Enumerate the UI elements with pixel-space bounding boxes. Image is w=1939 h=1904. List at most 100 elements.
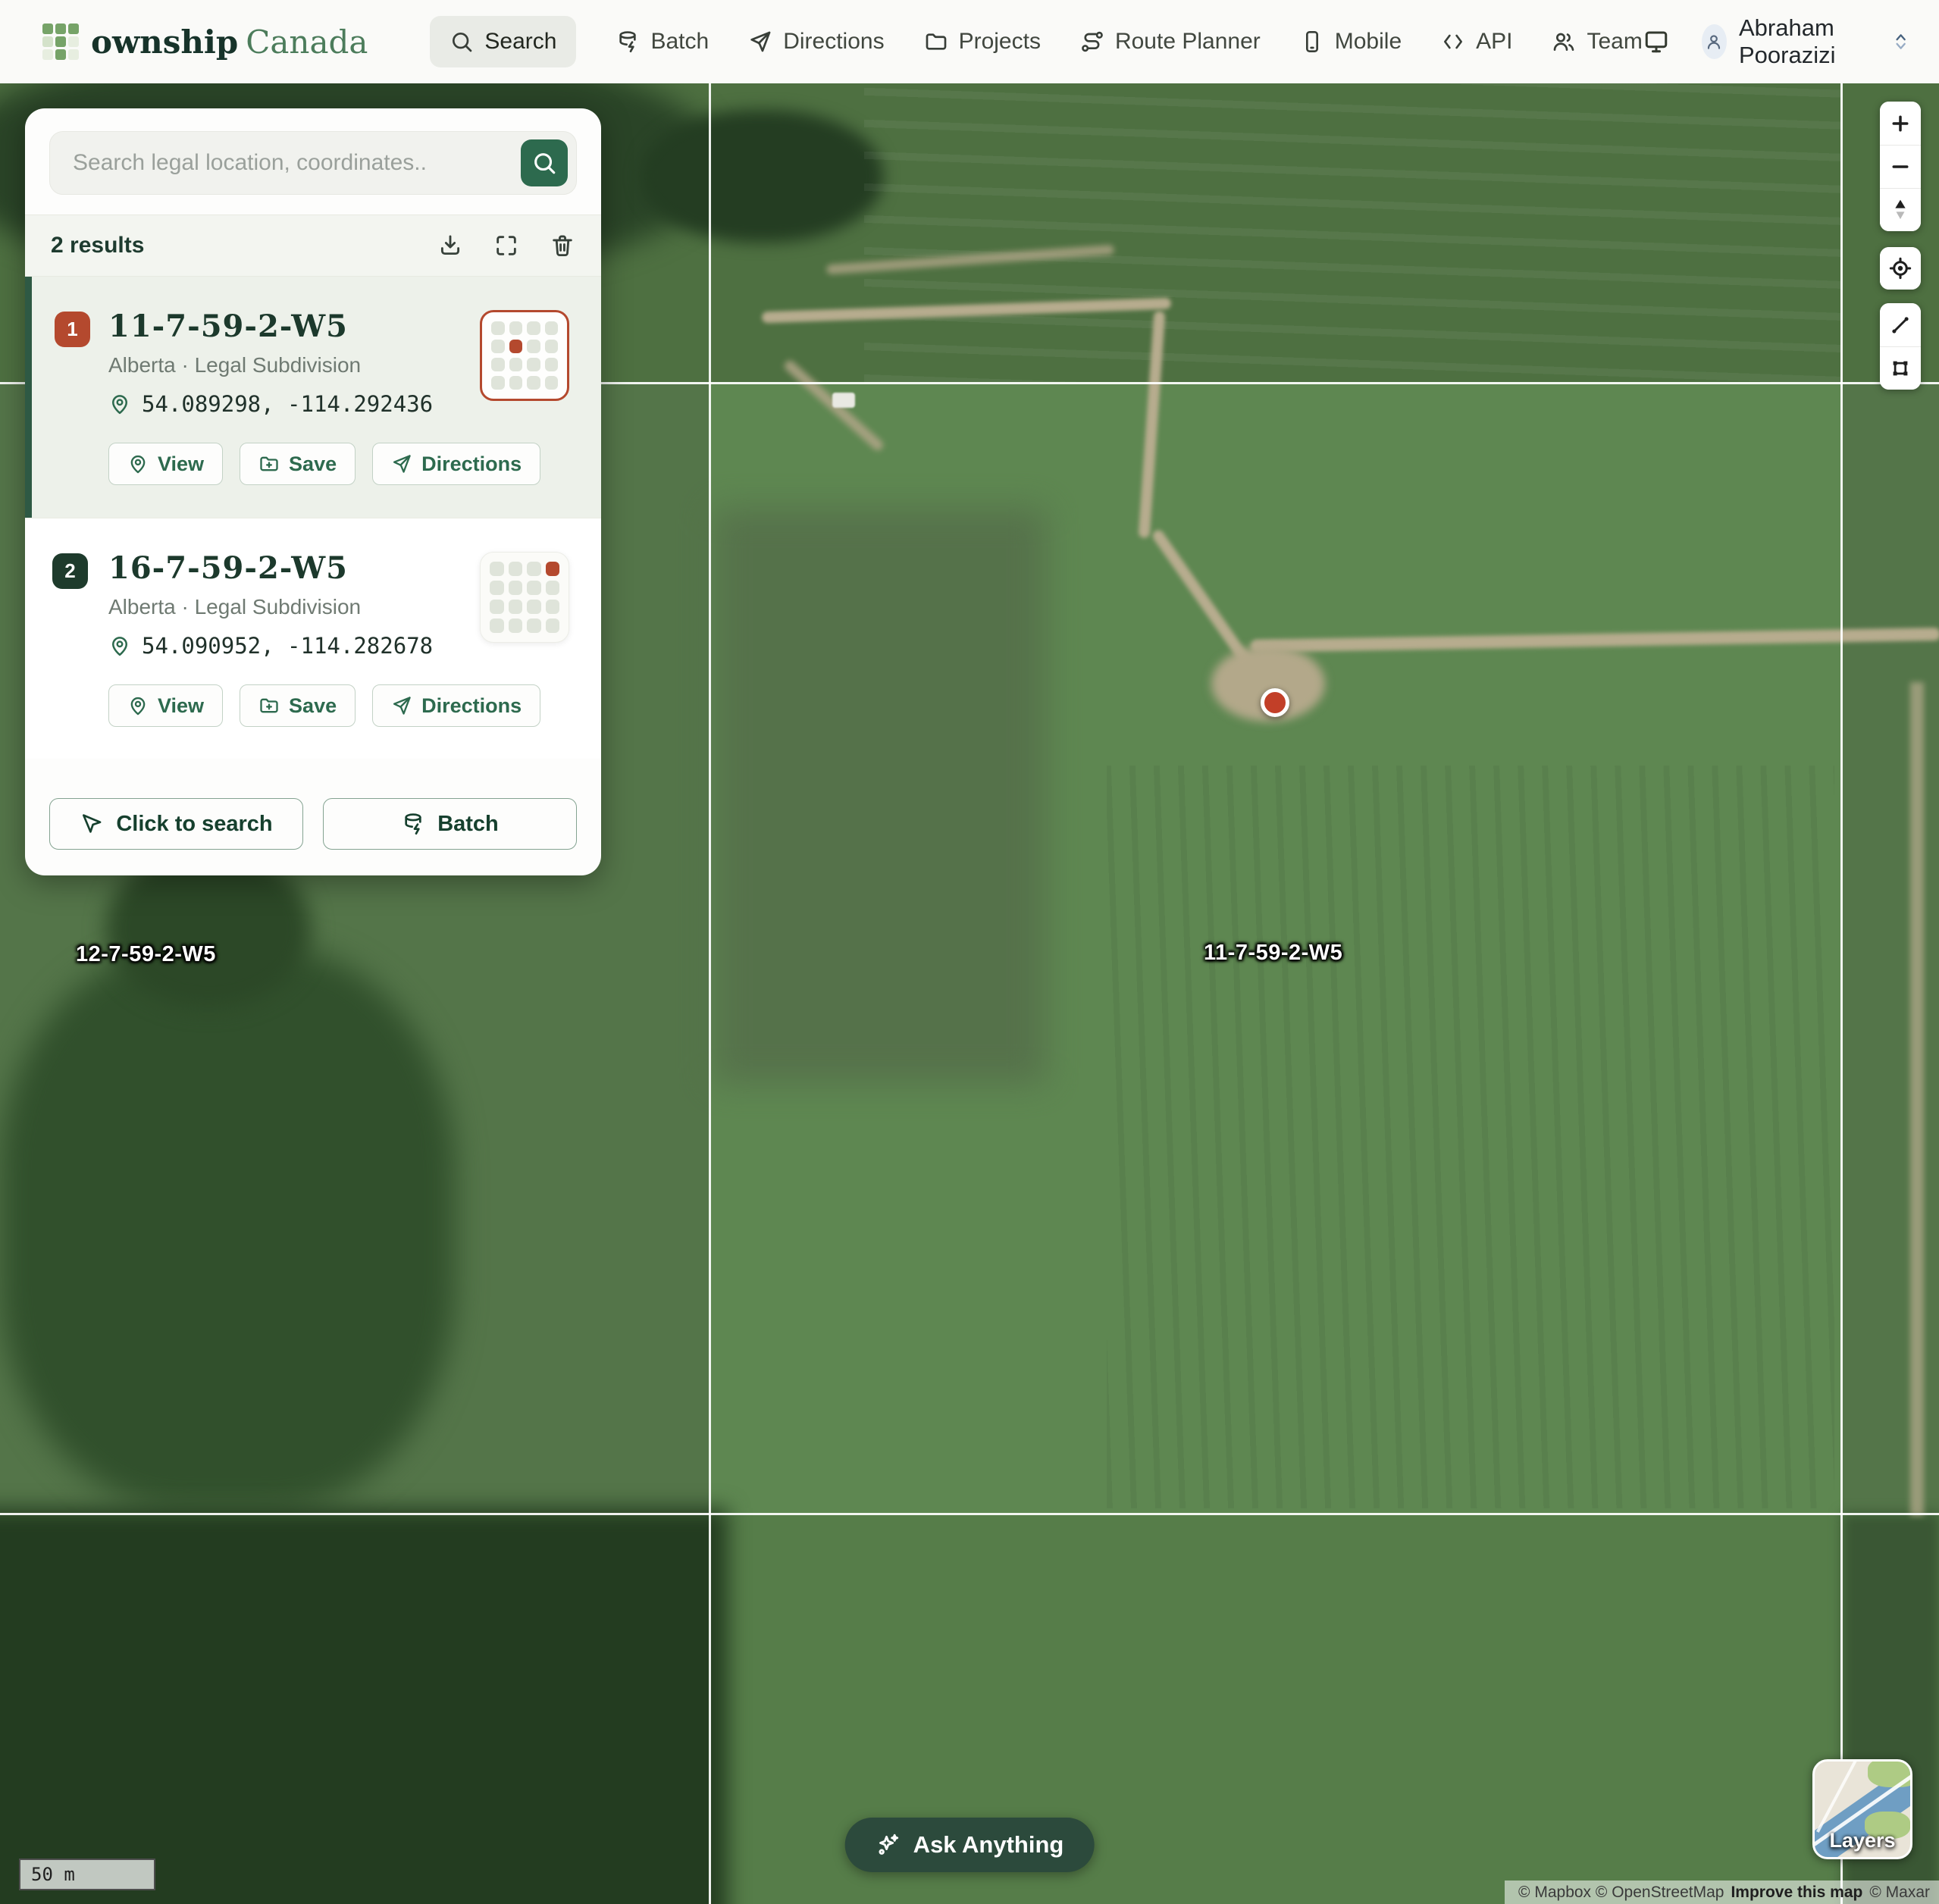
nav-label: Projects <box>959 29 1041 55</box>
nav-item-mobile[interactable]: Mobile <box>1300 29 1402 55</box>
batch-label: Batch <box>437 812 499 837</box>
nav-item-team[interactable]: Team <box>1552 29 1642 55</box>
ask-anything-label: Ask Anything <box>913 1831 1064 1859</box>
lsd-cell <box>527 581 541 595</box>
section-label: 11-7-59-2-W5 <box>1204 941 1342 966</box>
ask-anything-button[interactable]: Ask Anything <box>845 1818 1095 1872</box>
map-terrain-patch <box>1107 766 1834 1508</box>
result-map-marker[interactable] <box>1261 688 1289 717</box>
lsd-cell <box>491 321 505 335</box>
nav-item-batch[interactable]: Batch <box>616 29 709 55</box>
zoom-out-button[interactable] <box>1880 145 1921 188</box>
nav-label: Directions <box>783 29 884 55</box>
measure-control <box>1880 303 1921 390</box>
cursor-icon <box>80 812 104 836</box>
township-gridline-horizontal <box>0 1513 1939 1515</box>
view-button[interactable]: View <box>108 443 223 485</box>
zoom-in-button[interactable] <box>1880 102 1921 145</box>
expand-icon <box>493 233 519 258</box>
click-to-search-button[interactable]: Click to search <box>49 798 303 850</box>
batch-button[interactable]: Batch <box>323 798 577 850</box>
map-scale-bar: 50 m <box>19 1859 155 1890</box>
logo-grid-icon <box>42 23 79 60</box>
minus-icon <box>1889 155 1912 178</box>
plus-icon <box>1889 112 1912 135</box>
navigation-icon <box>748 30 772 54</box>
locate-me-button[interactable] <box>1880 247 1921 290</box>
folder-icon <box>924 30 948 54</box>
download-results-button[interactable] <box>437 233 463 258</box>
user-name: Abraham Poorazizi <box>1739 14 1882 69</box>
lsd-cell <box>527 618 541 633</box>
map-terrain-patch <box>0 947 455 1508</box>
nav-label: Batch <box>650 29 709 55</box>
route-icon <box>1080 30 1104 54</box>
view-button[interactable]: View <box>108 684 223 727</box>
lsd-cell <box>545 340 559 353</box>
layers-label: Layers <box>1815 1829 1910 1852</box>
database-icon <box>616 30 640 54</box>
lsd-cell <box>509 376 523 390</box>
section-label: 12-7-59-2-W5 <box>76 942 216 967</box>
save-button[interactable]: Save <box>240 443 356 485</box>
improve-this-map-link[interactable]: Improve this map <box>1731 1884 1862 1902</box>
nav-item-route-planner[interactable]: Route Planner <box>1080 29 1261 55</box>
person-icon <box>1704 32 1724 52</box>
save-label: Save <box>289 694 337 718</box>
map-pin-icon <box>108 393 131 415</box>
directions-button[interactable]: Directions <box>372 684 540 727</box>
search-input[interactable] <box>49 131 577 195</box>
code-icon <box>1441 30 1465 54</box>
layers-button[interactable]: Layers <box>1812 1759 1912 1859</box>
map-pin-icon <box>127 453 149 474</box>
map-pin-icon <box>127 695 149 716</box>
nav-label: Mobile <box>1335 29 1402 55</box>
lsd-cell <box>491 340 505 353</box>
layers-thumbnail-art <box>1868 1759 1912 1787</box>
zoom-control <box>1880 102 1921 231</box>
top-nav-bar: ownshipCanada Search Batch Directions Pr… <box>0 0 1939 83</box>
search-submit-button[interactable] <box>521 139 568 186</box>
chevron-up-down-icon <box>1894 28 1907 55</box>
lsd-cell <box>527 600 541 614</box>
view-label: View <box>158 694 204 718</box>
nav-item-search[interactable]: Search <box>430 16 576 67</box>
app-logo[interactable]: ownshipCanada <box>42 23 368 61</box>
navigation-icon <box>391 695 412 716</box>
directions-label: Directions <box>421 453 522 476</box>
lsd-cell <box>509 618 523 633</box>
lsd-cell <box>527 358 540 371</box>
map-terrain-patch <box>864 83 1842 382</box>
search-icon <box>450 30 474 54</box>
compass-button[interactable] <box>1880 188 1921 231</box>
measure-area-button[interactable] <box>1880 346 1921 390</box>
folder-plus-icon <box>258 695 280 716</box>
measure-distance-button[interactable] <box>1880 303 1921 346</box>
save-button[interactable]: Save <box>240 684 356 727</box>
lsd-cell <box>509 562 523 576</box>
result-coordinates: 54.090952, -114.282678 <box>142 633 433 659</box>
lsd-cell <box>490 562 504 576</box>
compass-icon <box>1889 197 1912 223</box>
fit-to-results-button[interactable] <box>493 233 519 258</box>
lsd-highlight-cell <box>509 340 523 353</box>
user-menu[interactable]: Abraham Poorazizi <box>1702 14 1907 69</box>
download-icon <box>437 233 463 258</box>
map-vehicle <box>832 393 855 408</box>
lsd-cell <box>545 358 559 371</box>
result-number-badge: 1 <box>55 312 90 347</box>
clear-results-button[interactable] <box>550 233 575 258</box>
nav-item-api[interactable]: API <box>1441 29 1512 55</box>
nav-label: Route Planner <box>1115 29 1261 55</box>
search-panel: 2 results 1 11-7-59-2-W5 Alberta · Legal… <box>25 108 601 875</box>
display-mode-button[interactable] <box>1643 28 1670 55</box>
attribution-text: © Mapbox © OpenStreetMap <box>1518 1884 1724 1902</box>
result-row-2[interactable]: 2 16-7-59-2-W5 Alberta · Legal Subdivisi… <box>25 518 601 759</box>
lsd-grid-thumbnail <box>480 552 569 643</box>
search-icon <box>531 150 557 176</box>
phone-icon <box>1300 30 1324 54</box>
nav-item-directions[interactable]: Directions <box>748 29 884 55</box>
result-row-1[interactable]: 1 11-7-59-2-W5 Alberta · Legal Subdivisi… <box>25 277 601 518</box>
directions-button[interactable]: Directions <box>372 443 540 485</box>
nav-item-projects[interactable]: Projects <box>924 29 1041 55</box>
